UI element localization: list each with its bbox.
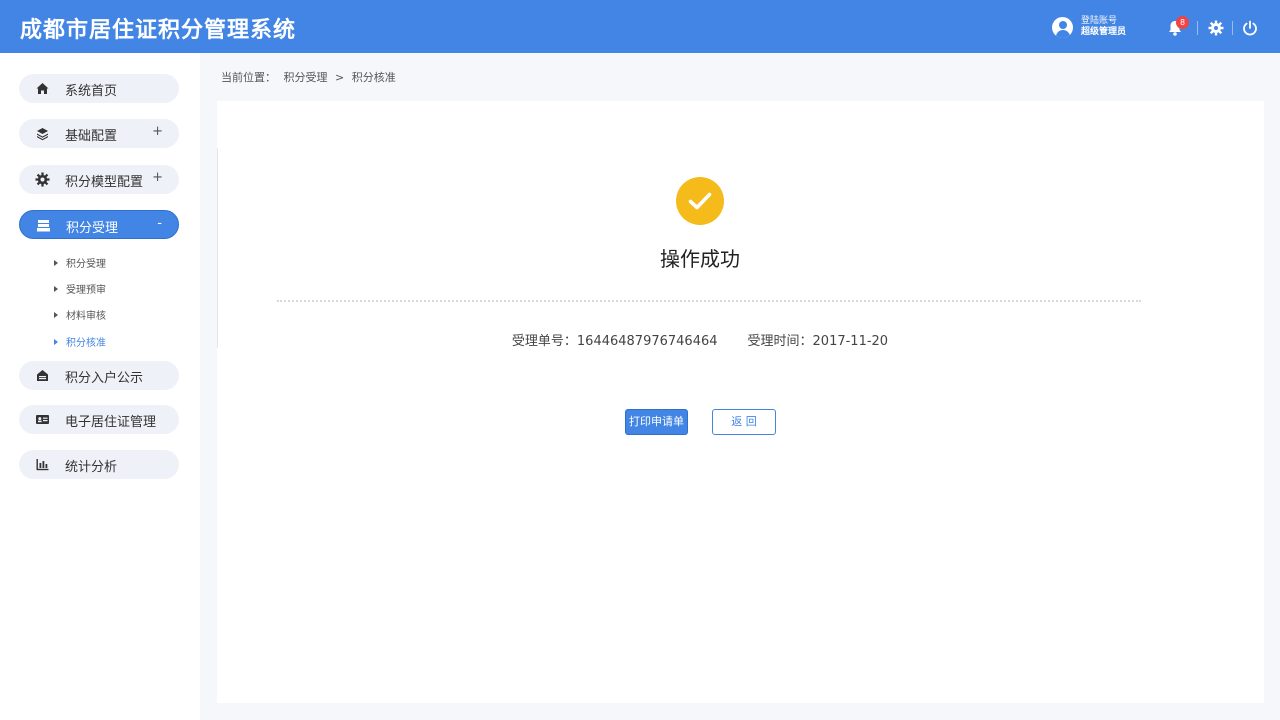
caret-right-icon <box>54 259 58 266</box>
sidebar-subitem-label: 积分受理 <box>66 259 106 270</box>
dotted-divider <box>277 300 1141 302</box>
home-icon <box>35 81 50 96</box>
sidebar-item-label: 积分模型配置 <box>65 175 144 190</box>
header-divider <box>1197 21 1198 35</box>
sidebar-item-e-residence[interactable]: 电子居住证管理 <box>19 405 179 434</box>
sidebar-item-label: 积分受理 <box>66 221 119 236</box>
collapse-toggle[interactable]: - <box>157 216 162 231</box>
sidebar-subitem-material-review[interactable]: 材料审核 <box>54 307 106 322</box>
time-label: 受理时间： <box>747 334 813 349</box>
check-circle-icon <box>676 177 724 225</box>
sidebar-item-points-acceptance[interactable]: 积分受理 - <box>19 210 179 239</box>
sidebar-item-public-notice[interactable]: 积分入户公示 <box>19 361 179 390</box>
sidebar-subitem-label: 积分核准 <box>66 338 106 349</box>
sidebar-item-home[interactable]: 系统首页 <box>19 74 179 103</box>
layers-icon <box>35 126 50 141</box>
breadcrumb-current: 积分核准 <box>351 71 396 84</box>
header-divider <box>1232 21 1233 35</box>
expand-toggle[interactable]: + <box>152 124 163 139</box>
result-info: 受理单号：16446487976746464 受理时间：2017-11-20 <box>440 330 960 349</box>
sidebar-item-label: 基础配置 <box>65 129 118 144</box>
sidebar-item-label: 积分入户公示 <box>65 371 144 386</box>
order-number: 16446487976746464 <box>576 334 718 349</box>
top-header: 成都市居住证积分管理系统 登陆账号 超级管理员 8 <box>0 0 1280 53</box>
caret-right-icon <box>54 338 58 345</box>
order-label: 受理单号： <box>511 334 577 349</box>
expand-toggle[interactable]: + <box>152 170 163 185</box>
card-divider <box>217 148 218 348</box>
user-avatar-icon <box>1052 16 1073 38</box>
gear-icon <box>35 172 50 187</box>
house-icon <box>35 368 50 383</box>
login-label: 登陆账号 <box>1081 16 1118 26</box>
sidebar-item-label: 系统首页 <box>65 84 118 99</box>
user-name: 超级管理员 <box>1081 27 1127 37</box>
notification-badge: 8 <box>1176 16 1189 29</box>
app-title: 成都市居住证积分管理系统 <box>20 18 297 43</box>
breadcrumb: 当前位置： 积分受理 > 积分核准 <box>221 69 400 85</box>
breadcrumb-prefix: 当前位置： <box>221 71 276 84</box>
breadcrumb-link[interactable]: 积分受理 <box>284 71 328 84</box>
sidebar-item-label: 统计分析 <box>65 460 118 475</box>
sidebar-item-basic-config[interactable]: 基础配置 + <box>19 119 179 148</box>
result-card <box>217 101 1264 703</box>
gear-icon[interactable] <box>1208 20 1224 36</box>
sidebar-subitem-label: 材料审核 <box>66 311 106 322</box>
id-card-icon <box>35 412 50 427</box>
sidebar-subitem-acceptance[interactable]: 积分受理 <box>54 255 106 270</box>
caret-right-icon <box>54 311 58 318</box>
inbox-icon <box>36 218 51 233</box>
print-application-button[interactable]: 打印申请单 <box>625 409 688 435</box>
breadcrumb-separator: > <box>335 71 345 84</box>
sidebar-subitem-pre-review[interactable]: 受理预审 <box>54 281 106 296</box>
bar-chart-icon <box>35 457 50 472</box>
user-account[interactable]: 登陆账号 超级管理员 <box>1052 16 1126 38</box>
sidebar-subitem-label: 受理预审 <box>66 285 106 296</box>
power-icon[interactable] <box>1242 20 1258 36</box>
sidebar-item-model-config[interactable]: 积分模型配置 + <box>19 165 179 194</box>
sidebar-subitem-approval[interactable]: 积分核准 <box>54 334 106 349</box>
sidebar-item-statistics[interactable]: 统计分析 <box>19 450 179 479</box>
accept-time: 2017-11-20 <box>812 334 889 349</box>
back-button[interactable]: 返 回 <box>712 409 776 435</box>
caret-right-icon <box>54 285 58 292</box>
sidebar-item-label: 电子居住证管理 <box>65 415 157 430</box>
result-title: 操作成功 <box>660 247 740 271</box>
